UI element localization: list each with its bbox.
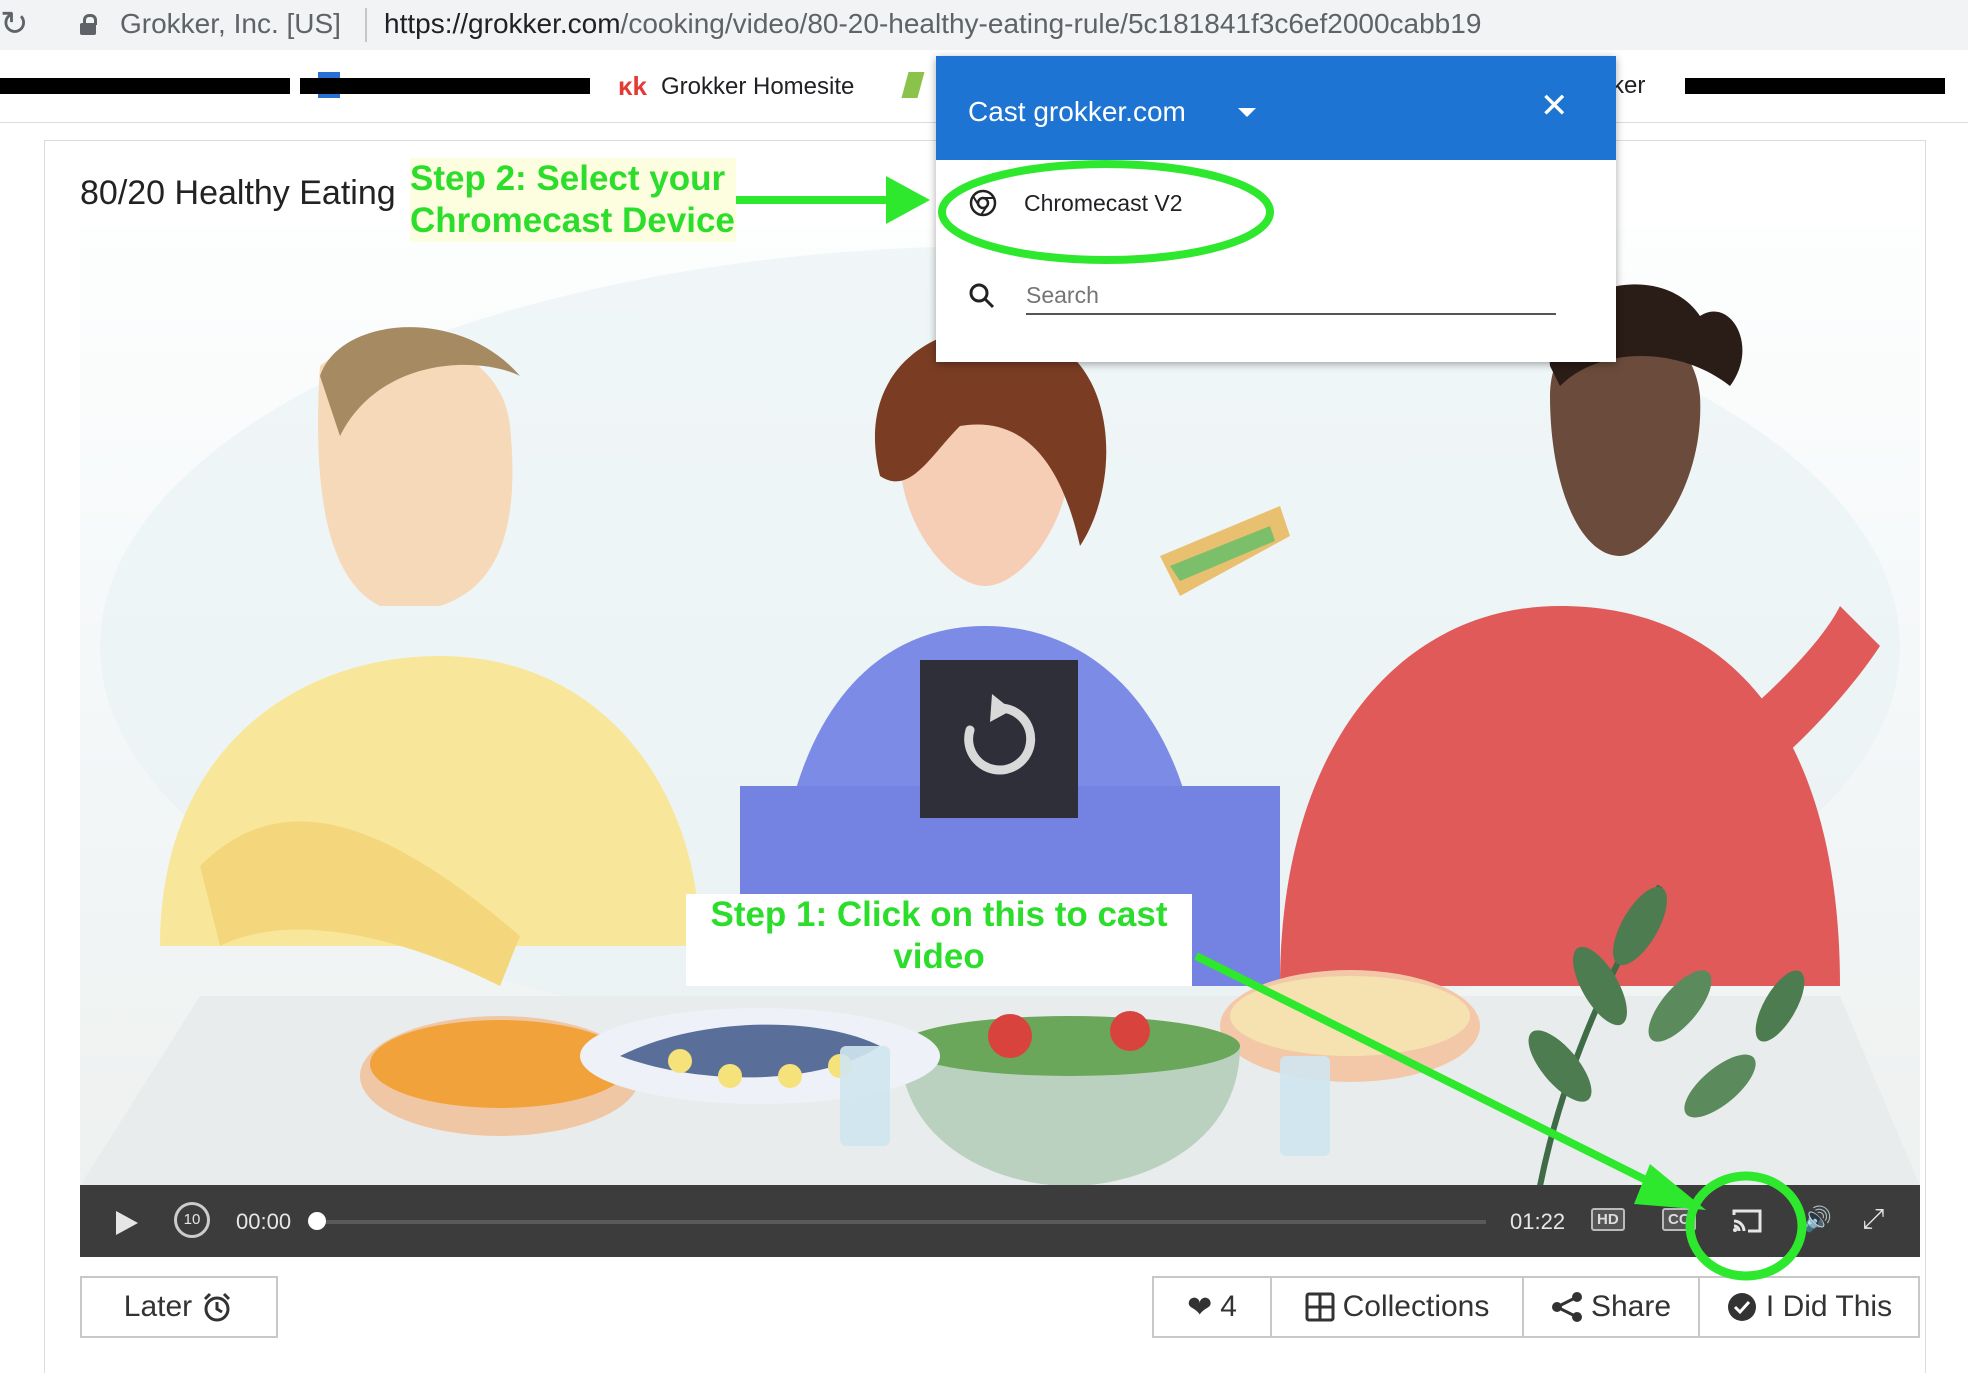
did-this-button[interactable]: I Did This — [1698, 1276, 1920, 1338]
search-input[interactable] — [1026, 278, 1556, 315]
duration: 01:22 — [1510, 1209, 1566, 1234]
fullscreen-icon[interactable]: ⤢ — [1862, 1203, 1884, 1236]
site-identity[interactable]: Grokker, Inc. [US] — [120, 8, 341, 40]
redacted-bookmark — [0, 78, 290, 94]
later-button[interactable]: Later — [80, 1276, 278, 1338]
skip-back-10-icon[interactable]: 10 — [174, 1202, 210, 1238]
bookmark-label: Grokker Homesite — [660, 72, 855, 100]
page-title: 80/20 Healthy Eating — [80, 174, 396, 212]
step2-annotation: Step 2: Select your Chromecast Device — [410, 158, 736, 242]
play-icon[interactable] — [112, 1209, 140, 1237]
collections-label: Collections — [1342, 1290, 1490, 1323]
hd-toggle[interactable]: HD — [1591, 1208, 1625, 1231]
cast-dialog-header: Cast grokker.com ✕ — [936, 56, 1616, 160]
device-name: Chromecast V2 — [1024, 189, 1183, 216]
redacted-bookmark — [1685, 78, 1945, 94]
share-label: Share — [1590, 1290, 1672, 1323]
search-icon — [969, 283, 995, 309]
address-separator — [365, 8, 367, 42]
cast-dialog-title[interactable]: Cast grokker.com — [968, 96, 1186, 128]
video-actions-group: ❤ 4 Collections Share I Did This — [1152, 1276, 1920, 1338]
share-icon — [1551, 1292, 1582, 1322]
progress-bar[interactable] — [320, 1220, 1486, 1224]
grokker-logo-icon: ᴋk — [618, 71, 647, 101]
lock-icon[interactable] — [80, 14, 97, 35]
grid-icon — [1305, 1292, 1335, 1322]
likes-count: 4 — [1220, 1290, 1237, 1323]
cc-toggle[interactable]: CC — [1662, 1208, 1696, 1231]
chrome-icon — [969, 189, 997, 217]
verified-check-icon — [1727, 1293, 1756, 1321]
cast-device-chromecast[interactable]: Chromecast V2 — [968, 188, 1183, 218]
later-label: Later — [123, 1290, 193, 1323]
replay-button[interactable] — [920, 660, 1078, 818]
share-button[interactable]: Share — [1522, 1276, 1700, 1338]
bookmark-partial[interactable]: ker — [1612, 72, 1645, 100]
progress-handle[interactable] — [308, 1212, 326, 1230]
reload-icon[interactable]: ↻ — [0, 4, 29, 44]
cast-dialog: Cast grokker.com ✕ Chromecast V2 — [936, 56, 1616, 362]
address-bar: ↻ Grokker, Inc. [US] https://grokker.com… — [0, 0, 1968, 50]
redacted-bookmark — [300, 78, 590, 94]
current-time: 00:00 — [236, 1209, 292, 1234]
url-text[interactable]: https://grokker.com/cooking/video/80-20-… — [384, 8, 1481, 40]
volume-icon[interactable]: 🔊 — [1802, 1205, 1832, 1234]
step1-annotation: Step 1: Click on this to cast video — [686, 894, 1192, 986]
replay-icon — [964, 694, 1036, 775]
chevron-down-icon[interactable] — [1238, 108, 1256, 117]
collections-button[interactable]: Collections — [1270, 1276, 1524, 1338]
like-button[interactable]: ❤ 4 — [1152, 1276, 1272, 1338]
bookmark-grokker-homesite[interactable]: ᴋk Grokker Homesite — [618, 71, 854, 102]
did-this-label: I Did This — [1765, 1290, 1893, 1323]
heart-icon: ❤ — [1187, 1290, 1213, 1324]
alarm-clock-icon — [204, 1292, 231, 1322]
cast-icon[interactable] — [1730, 1207, 1764, 1235]
bookmark-favicon — [901, 72, 925, 98]
url-path: /cooking/video/80-20-healthy-eating-rule… — [620, 8, 1482, 39]
close-icon[interactable]: ✕ — [1540, 86, 1569, 126]
url-domain: https://grokker.com — [384, 8, 621, 39]
